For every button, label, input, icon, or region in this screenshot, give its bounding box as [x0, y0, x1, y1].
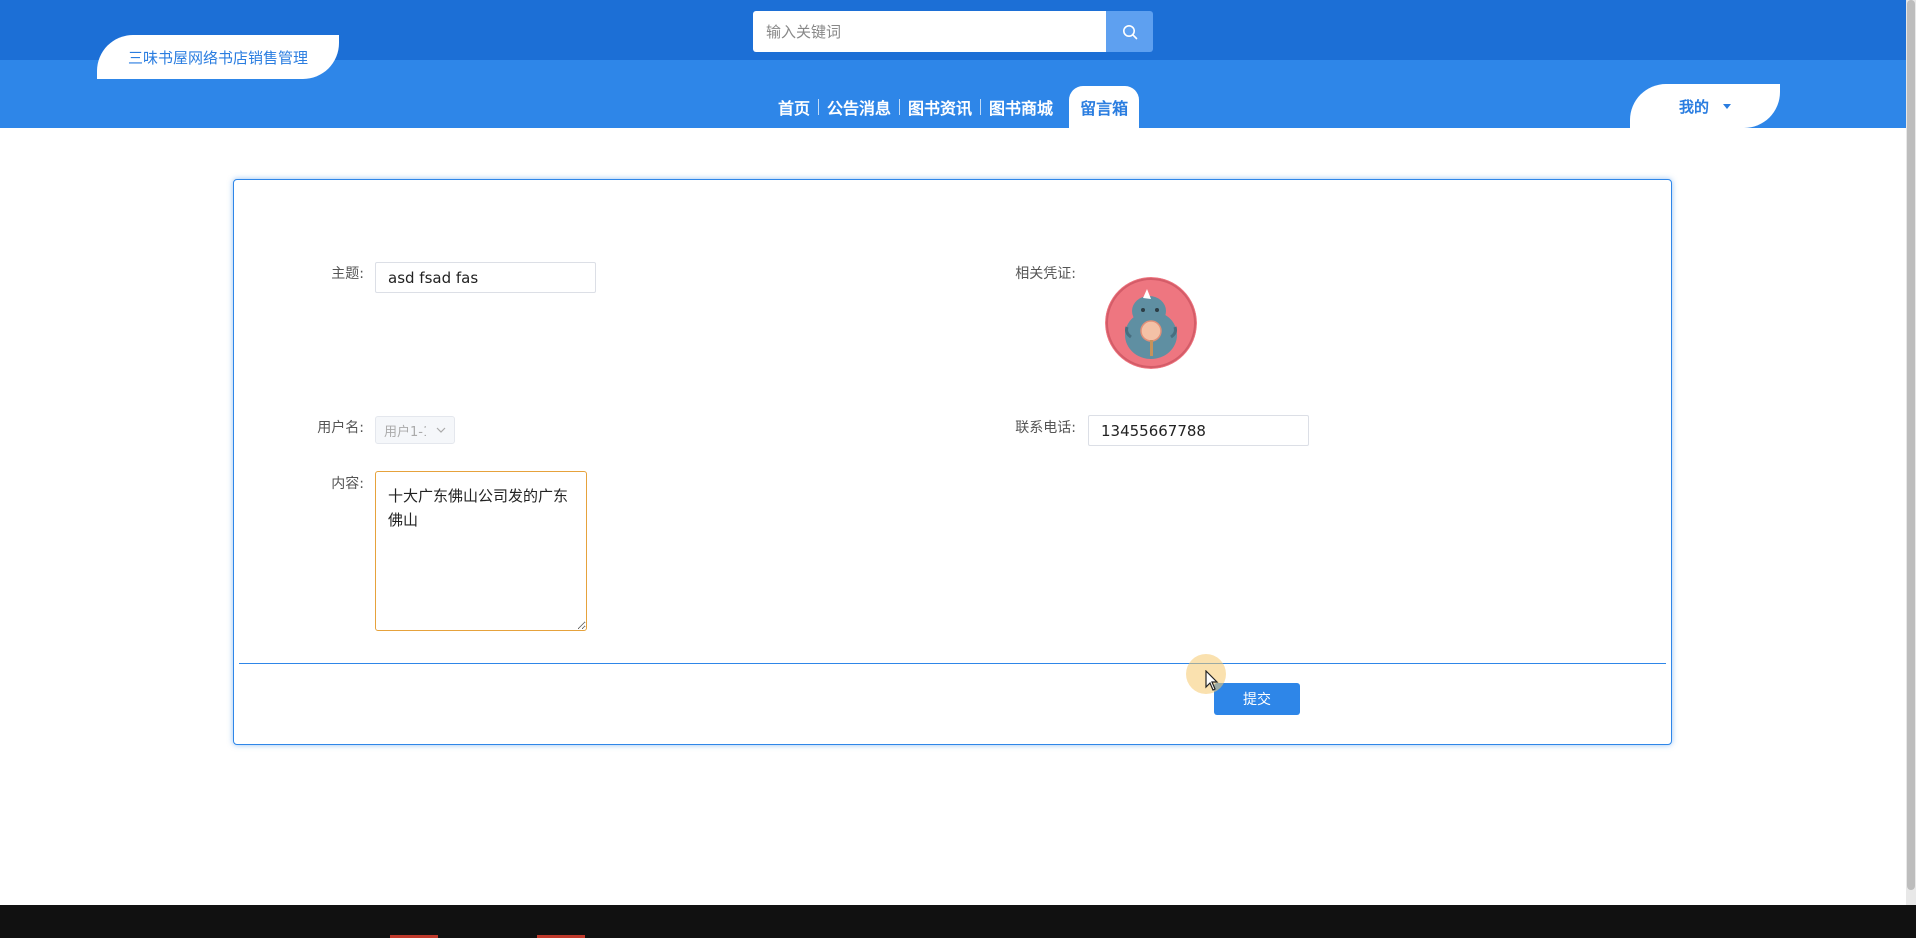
subject-label: 主题: — [331, 266, 364, 282]
user-menu[interactable]: 我的 — [1630, 84, 1780, 128]
form-divider — [239, 663, 1666, 664]
nav-item-home[interactable]: 首页 — [770, 86, 818, 128]
nav-item-announcements[interactable]: 公告消息 — [819, 86, 899, 128]
submit-button[interactable]: 提交 — [1214, 683, 1300, 715]
message-form: 主题: 相关凭证: 用户名: 用户1-1 联系电话: 内容: 十大广东佛山公司发… — [233, 179, 1672, 745]
footer — [0, 905, 1916, 938]
username-select-value: 用户1-1 — [384, 424, 426, 440]
main-nav: 首页 公告消息 图书资讯 图书商城 留言箱 — [770, 86, 1140, 128]
nav-item-book-store[interactable]: 图书商城 — [981, 86, 1061, 128]
search-button[interactable] — [1106, 11, 1153, 52]
nav-item-label: 图书资讯 — [908, 99, 973, 118]
mouse-cursor-icon — [1205, 670, 1219, 691]
search-input[interactable] — [753, 11, 1106, 52]
search-bar — [753, 11, 1153, 52]
search-icon — [1122, 24, 1137, 39]
subject-input[interactable] — [375, 262, 596, 293]
site-logo[interactable]: 三味书屋网络书店销售管理 — [97, 35, 339, 79]
phone-input[interactable] — [1088, 415, 1309, 446]
content-textarea[interactable]: 十大广东佛山公司发的广东佛山 — [375, 471, 587, 631]
phone-label: 联系电话: — [1015, 420, 1076, 436]
username-label: 用户名: — [317, 420, 364, 436]
evidence-image[interactable] — [1105, 277, 1197, 369]
site-logo-text: 三味书屋网络书店销售管理 — [127, 48, 308, 67]
nav-item-label: 图书商城 — [989, 99, 1054, 118]
username-select[interactable]: 用户1-1 — [375, 416, 455, 444]
nav-item-label: 公告消息 — [827, 99, 892, 118]
nav-item-label: 首页 — [778, 99, 811, 118]
content-label: 内容: — [331, 476, 364, 492]
dinosaur-avatar-icon — [1105, 277, 1197, 369]
nav-item-label: 留言箱 — [1080, 99, 1129, 118]
vertical-scrollbar[interactable] — [1906, 0, 1916, 905]
scrollbar-thumb[interactable] — [1907, 0, 1915, 890]
caret-down-icon — [1723, 103, 1731, 109]
evidence-label: 相关凭证: — [1015, 266, 1076, 282]
user-menu-label: 我的 — [1678, 97, 1709, 116]
submit-button-label: 提交 — [1243, 691, 1271, 707]
chevron-down-icon — [436, 427, 446, 433]
nav-item-book-news[interactable]: 图书资讯 — [900, 86, 980, 128]
nav-item-message-box[interactable]: 留言箱 — [1069, 86, 1140, 128]
